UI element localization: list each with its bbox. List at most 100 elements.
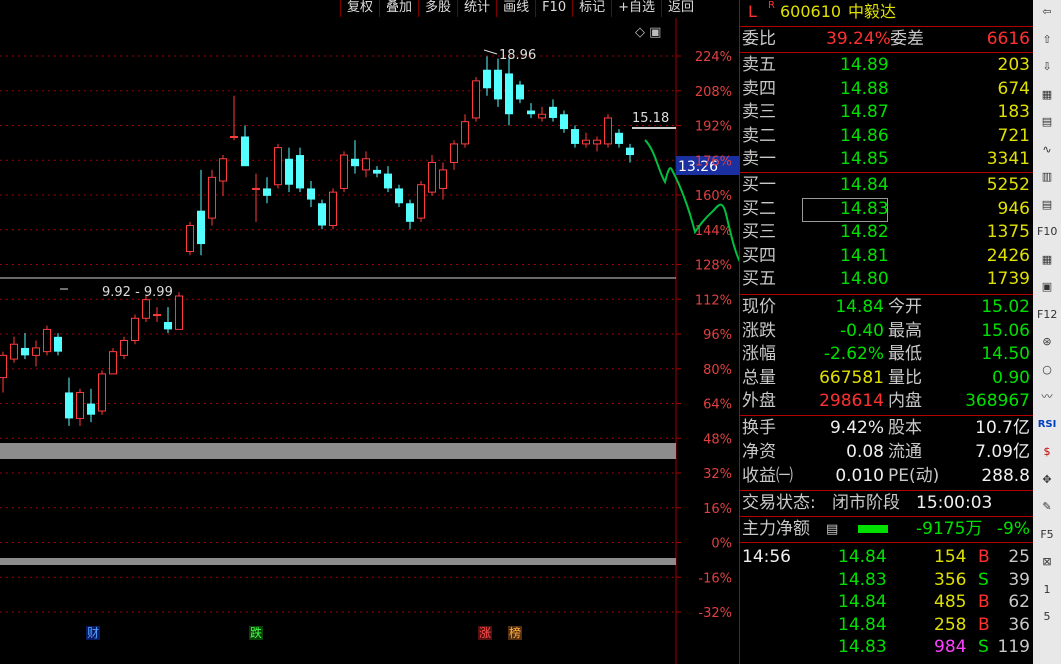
- page-5-icon[interactable]: 5: [1037, 607, 1057, 627]
- candle-body: [230, 136, 238, 139]
- candle-body: [43, 328, 51, 353]
- candle: [428, 155, 436, 196]
- candle: [54, 333, 62, 356]
- ask-level-row[interactable]: 卖三 14.87 183: [740, 101, 1034, 124]
- bid-level-row[interactable]: 买五 14.80 1739: [740, 268, 1034, 291]
- tick-count: 119: [997, 637, 1030, 657]
- candle: [230, 95, 238, 141]
- marker-rise[interactable]: 涨: [478, 626, 493, 640]
- candle-body: [615, 132, 623, 144]
- bid-level-row[interactable]: 买四 14.81 2426: [740, 245, 1034, 268]
- left-arrow-icon[interactable]: ⇦: [1037, 2, 1057, 22]
- candle-body: [164, 321, 172, 330]
- rsi-icon[interactable]: RSI: [1037, 415, 1057, 435]
- quote-stat-row[interactable]: 外盘 298614 内盘 368967: [740, 390, 1034, 413]
- ask-level-row[interactable]: 卖二 14.86 721: [740, 125, 1034, 148]
- window-icon[interactable]: ⊠: [1037, 552, 1057, 572]
- stat-value: 14.84: [835, 297, 884, 317]
- marker-fall[interactable]: 跌: [249, 626, 264, 640]
- dollar-icon[interactable]: $: [1037, 442, 1057, 462]
- stat-label: 涨幅: [742, 344, 776, 364]
- f10-icon[interactable]: F10: [1037, 222, 1057, 242]
- quote-panel: L R 600610 中毅达 委比 39.24% 委差 6616 卖五 14.89…: [739, 0, 1034, 664]
- flow-list-icon: ▤: [826, 522, 839, 537]
- candle-body: [10, 343, 18, 360]
- ask-price: 14.85: [840, 149, 889, 169]
- ask-price: 14.89: [840, 55, 889, 75]
- bar-icon[interactable]: ▥: [1037, 167, 1057, 187]
- bid-price: 14.82: [840, 222, 889, 242]
- candle: [604, 114, 612, 148]
- ask-volume: 721: [997, 125, 1030, 146]
- page-1-icon[interactable]: 1: [1037, 580, 1057, 600]
- trade-status-row: 交易状态: 闭市阶段 15:00:03: [742, 493, 993, 513]
- kline-icon[interactable]: ▦: [1037, 85, 1057, 105]
- ask-level-row[interactable]: 卖五 14.89 203: [740, 54, 1034, 77]
- candle-body: [571, 129, 579, 144]
- tick-count: 36: [1008, 614, 1030, 635]
- bid-level-row[interactable]: 买一 14.84 5252: [740, 174, 1034, 197]
- tick-price: 14.84: [838, 592, 887, 612]
- quote-stat-row[interactable]: 总量 667581 量比 0.90: [740, 367, 1034, 390]
- fundamental-row[interactable]: 收益㈠ 0.010 PE(动) 288.8: [740, 465, 1034, 488]
- bid-level-row[interactable]: 买三 14.82 1375: [740, 221, 1034, 244]
- candle-body: [406, 203, 414, 222]
- tick-row[interactable]: 14.83 984 S 119: [740, 636, 1034, 659]
- candle: [98, 370, 106, 415]
- quote-stat-row[interactable]: 涨幅 -2.62% 最低 14.50: [740, 343, 1034, 366]
- ask-price: 14.87: [840, 102, 889, 122]
- ask-label: 卖三: [742, 102, 776, 122]
- table-icon[interactable]: ▤: [1037, 112, 1057, 132]
- selected-bid-box[interactable]: [802, 198, 888, 222]
- candle-body: [219, 158, 227, 182]
- tick-price: 14.83: [838, 569, 887, 590]
- stat-label: 外盘: [742, 391, 776, 411]
- candle: [285, 147, 293, 193]
- pencil-icon[interactable]: ✎: [1037, 497, 1057, 517]
- quote-stat-row[interactable]: 涨跌 -0.40 最高 15.06: [740, 320, 1034, 343]
- marker-finance[interactable]: 财: [86, 626, 101, 640]
- marker-ranking[interactable]: 榜: [508, 626, 523, 640]
- tick-row[interactable]: 14.83 356 S 39: [740, 569, 1034, 592]
- main-flow-row: 主力净额 ▤ -9175万 -9%: [742, 519, 1030, 539]
- tick-row[interactable]: 14.84 258 B 36: [740, 614, 1034, 637]
- candle-body: [428, 161, 436, 193]
- y-tick-label: -16%: [698, 571, 732, 586]
- current-price-label: 15.18: [632, 111, 669, 126]
- quote-stat-row[interactable]: 现价 14.84 今开 15.02: [740, 296, 1034, 319]
- candle: [219, 155, 227, 196]
- candle-body: [208, 176, 216, 219]
- trend-icon[interactable]: ∿: [1037, 140, 1057, 160]
- move-icon[interactable]: ✥: [1037, 470, 1057, 490]
- candle: [76, 388, 84, 426]
- tick-row[interactable]: 14.84 485 B 62: [740, 591, 1034, 614]
- candle: [615, 129, 623, 148]
- candlestick-chart[interactable]: 18.9615.189.92 - 9.9913.26 224%208%192%1…: [0, 0, 739, 664]
- candle-body: [296, 155, 304, 189]
- candle: [329, 188, 337, 230]
- candle: [340, 151, 348, 193]
- candle-body: [373, 169, 381, 174]
- grid-icon[interactable]: ▦: [1037, 250, 1057, 270]
- up-arrow-icon[interactable]: ⇧: [1037, 30, 1057, 50]
- candle: [494, 58, 502, 107]
- ask-label: 卖二: [742, 125, 776, 146]
- tick-row[interactable]: 14:56 14.84 154 B 25: [740, 546, 1034, 569]
- f5-icon[interactable]: F5: [1037, 525, 1057, 545]
- stat-value: 15.06: [981, 320, 1030, 341]
- fundamental-row[interactable]: 净资 0.08 流通 7.09亿: [740, 441, 1034, 464]
- down-arrow-icon[interactable]: ⇩: [1037, 57, 1057, 77]
- candle-body: [362, 158, 370, 171]
- fundamental-row[interactable]: 换手 9.42% 股本 10.7亿: [740, 417, 1034, 440]
- list-icon[interactable]: ▤: [1037, 195, 1057, 215]
- ask-level-row[interactable]: 卖四 14.88 674: [740, 78, 1034, 101]
- ask-level-row[interactable]: 卖一 14.85 3341: [740, 148, 1034, 171]
- chart-settings-icon[interactable]: ◇ ▣: [635, 25, 661, 40]
- circle-icon[interactable]: ○: [1037, 360, 1057, 380]
- f12-icon[interactable]: F12: [1037, 305, 1057, 325]
- chart-type-icon[interactable]: ⊛: [1037, 332, 1057, 352]
- candle-body: [439, 169, 447, 189]
- candle: [571, 125, 579, 148]
- wave-icon[interactable]: 〰: [1037, 387, 1057, 407]
- box-icon[interactable]: ▣: [1037, 277, 1057, 297]
